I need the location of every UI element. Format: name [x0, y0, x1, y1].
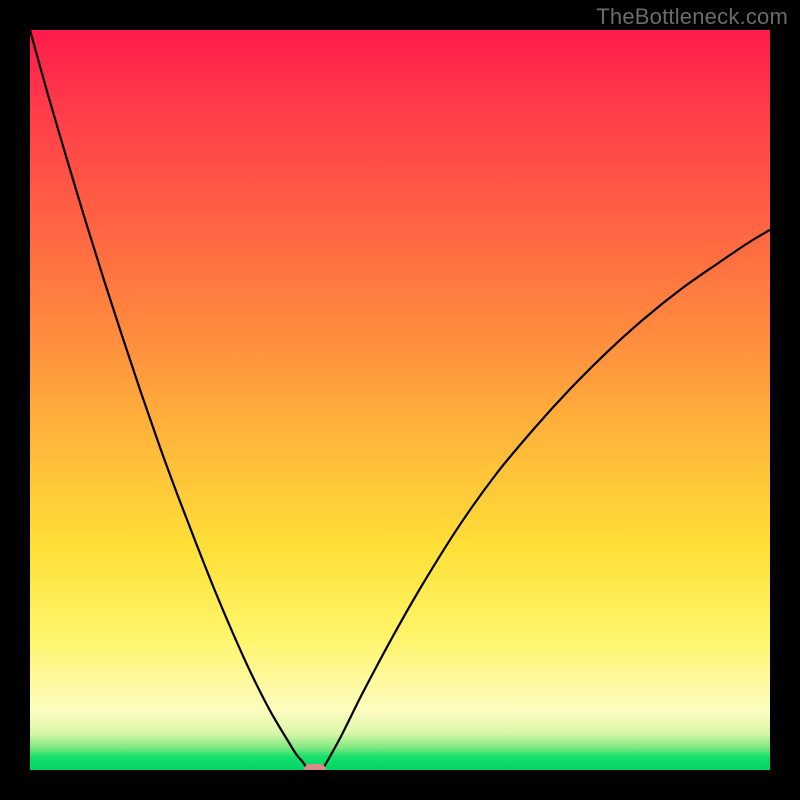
plot-area — [30, 30, 770, 770]
minimum-marker — [304, 764, 326, 770]
chart-frame: TheBottleneck.com — [0, 0, 800, 800]
watermark-text: TheBottleneck.com — [596, 4, 788, 30]
bottleneck-curve — [30, 30, 770, 770]
